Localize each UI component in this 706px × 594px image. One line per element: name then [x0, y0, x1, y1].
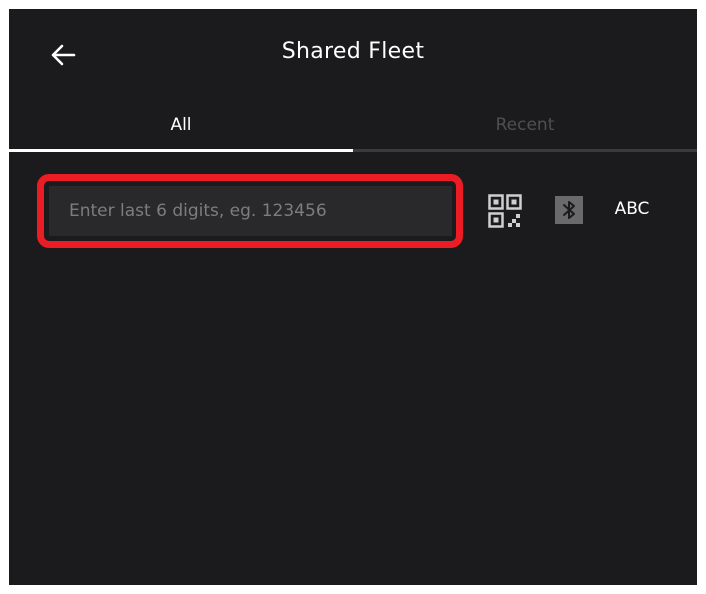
active-tab-indicator	[9, 149, 353, 152]
qr-scan-button[interactable]	[485, 191, 525, 231]
bluetooth-icon	[555, 196, 583, 224]
tab-all[interactable]: All	[9, 101, 353, 149]
tab-bar: All Recent	[9, 101, 697, 153]
qr-code-icon	[488, 194, 522, 228]
bluetooth-button[interactable]	[553, 194, 585, 226]
tab-recent[interactable]: Recent	[353, 101, 697, 149]
abc-input-button[interactable]: ABC	[607, 195, 657, 223]
page-title: Shared Fleet	[281, 39, 425, 64]
header: Shared Fleet	[9, 9, 697, 99]
app-screen: Shared Fleet All Recent ABC	[9, 9, 697, 585]
search-input[interactable]	[49, 186, 452, 236]
